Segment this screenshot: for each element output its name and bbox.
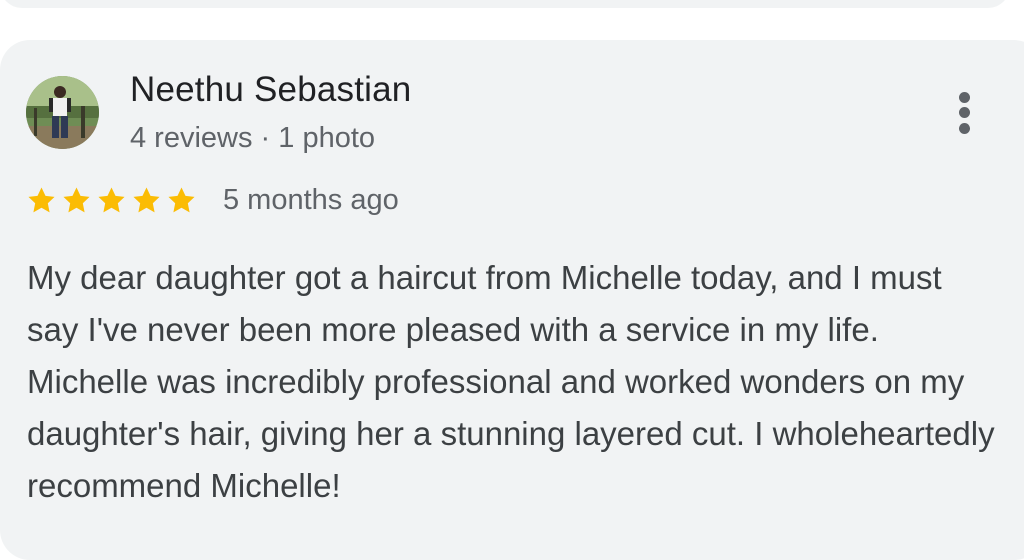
avatar-photo [26,76,99,149]
star-icon [63,187,90,213]
more-vert-icon-dot [959,107,970,118]
review-date: 5 months ago [223,184,399,216]
author-meta: 4 reviews · 1 photo [130,122,376,154]
star-icon [133,187,160,213]
author-name[interactable]: Neethu Sebastian [130,70,411,110]
star-rating [25,184,198,218]
previous-review-card [0,0,1010,8]
user-avatar[interactable] [26,76,99,149]
more-options-button[interactable] [944,86,988,140]
star-icon [98,187,125,213]
review-text: My dear daughter got a haircut from Mich… [27,259,995,504]
more-vert-icon-dot [959,123,970,134]
star-icon [28,187,55,213]
star-icon [168,187,195,213]
more-vert-icon-dot [959,92,970,103]
